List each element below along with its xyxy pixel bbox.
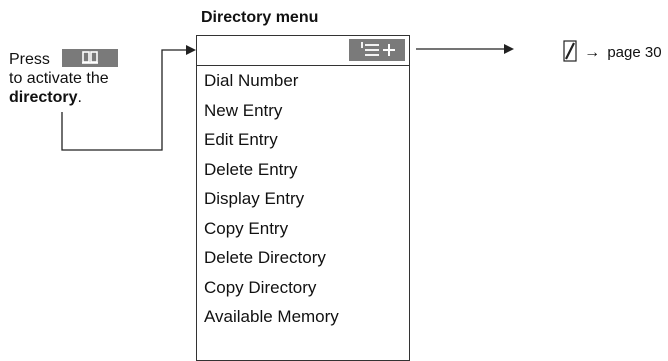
- list-add-icon: [361, 42, 395, 56]
- page-reference: → page 30: [563, 40, 662, 62]
- menu-item-delete-directory[interactable]: Delete Directory: [197, 243, 409, 273]
- menu-item-available-memory[interactable]: Available Memory: [197, 302, 409, 332]
- reference-page-link[interactable]: page 30: [607, 44, 661, 61]
- instruction-bold-word: directory: [9, 89, 78, 106]
- menu-list: Dial Number New Entry Edit Entry Delete …: [197, 66, 409, 332]
- menu-item-copy-directory[interactable]: Copy Directory: [197, 273, 409, 303]
- menu-item-dial-number[interactable]: Dial Number: [197, 66, 409, 96]
- menu-item-edit-entry[interactable]: Edit Entry: [197, 125, 409, 155]
- directory-menu: Dial Number New Entry Edit Entry Delete …: [196, 35, 410, 361]
- menu-header: [197, 36, 409, 66]
- diagram-title: Directory menu: [201, 9, 319, 26]
- menu-item-new-entry[interactable]: New Entry: [197, 96, 409, 126]
- arrowhead-to-edit: [504, 44, 514, 54]
- menu-item-copy-entry[interactable]: Copy Entry: [197, 214, 409, 244]
- book-icon: [81, 51, 98, 64]
- instruction-text: Press to activate the directory.: [9, 49, 118, 107]
- directory-softkey[interactable]: [61, 49, 118, 67]
- arrowhead-into-menu: [186, 45, 196, 55]
- menu-item-delete-entry[interactable]: Delete Entry: [197, 155, 409, 185]
- instruction-period: .: [77, 89, 82, 106]
- reference-arrow: →: [584, 44, 601, 61]
- instruction-line2: to activate the: [9, 70, 109, 87]
- menu-softkey[interactable]: [349, 39, 405, 61]
- pen-edit-icon: [563, 40, 577, 62]
- instruction-press: Press: [9, 51, 50, 68]
- menu-item-display-entry[interactable]: Display Entry: [197, 184, 409, 214]
